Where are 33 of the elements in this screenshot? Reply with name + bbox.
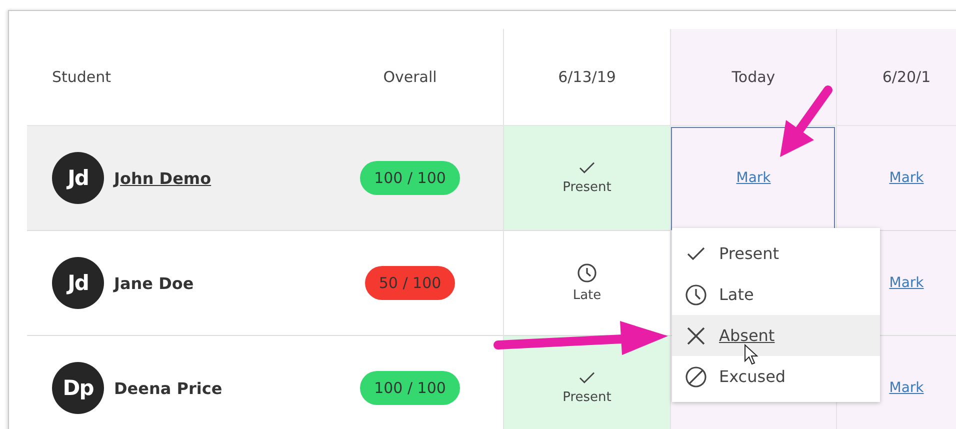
clock-icon — [577, 263, 597, 283]
menu-item[interactable]: Absent — [672, 315, 880, 356]
score-badge: 100 / 100 — [360, 371, 460, 405]
mark-link[interactable]: Mark — [736, 170, 771, 186]
status-label: Present — [562, 390, 612, 405]
prohibited-icon — [685, 366, 707, 388]
student-name: Deena Price — [114, 378, 222, 398]
close-icon — [685, 326, 707, 346]
student-name: Jane Doe — [114, 274, 194, 292]
column-header: Today — [732, 68, 776, 86]
check-icon — [685, 246, 707, 262]
student-name-link[interactable]: John Demo — [114, 168, 212, 188]
column-header: Student — [52, 68, 112, 86]
clock-icon — [685, 284, 707, 306]
avatar: Jd — [52, 257, 104, 309]
column-header: 6/20/1 — [882, 68, 931, 86]
score-badge: 100 / 100 — [360, 161, 460, 195]
avatar: Jd — [52, 152, 104, 204]
mark-link[interactable]: Mark — [889, 170, 924, 186]
menu-item[interactable]: Late — [672, 274, 880, 315]
menu-item[interactable]: Excused — [672, 356, 880, 397]
mark-link[interactable]: Mark — [889, 275, 924, 291]
menu-item[interactable]: Present — [672, 233, 880, 274]
check-icon — [578, 161, 596, 175]
status-label: Late — [572, 288, 602, 303]
mark-link[interactable]: Mark — [889, 380, 924, 396]
status-label: Present — [562, 180, 612, 195]
column-header: Overall — [383, 68, 437, 86]
column-header: 6/13/19 — [558, 68, 616, 86]
check-icon — [578, 371, 596, 385]
cursor-icon — [744, 344, 758, 366]
score-badge: 50 / 100 — [364, 266, 456, 300]
avatar: Dp — [52, 362, 104, 414]
